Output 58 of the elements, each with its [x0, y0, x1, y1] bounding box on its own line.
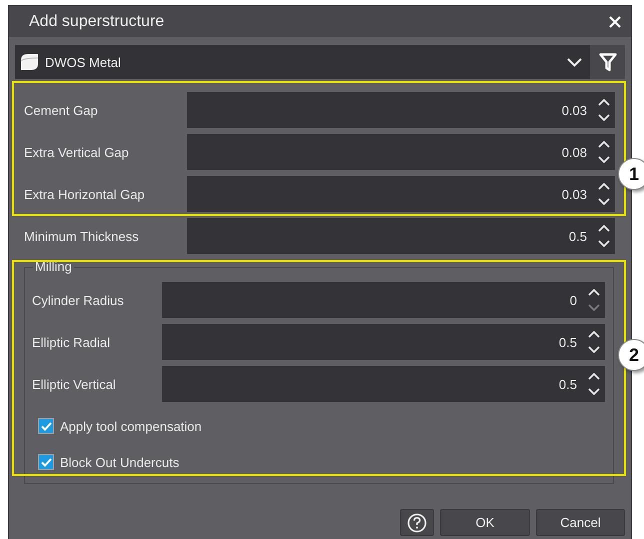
field-label: Elliptic Radial: [31, 334, 112, 350]
material-dropdown[interactable]: DWOS Metal: [15, 45, 590, 79]
window-title: Add superstructure: [29, 12, 164, 30]
field-label: Extra Vertical Gap: [23, 144, 130, 160]
chevron-up-icon: [598, 225, 610, 232]
field-value: 0.5: [558, 376, 577, 392]
field-label: Minimum Thickness: [23, 228, 140, 244]
checkbox[interactable]: [38, 418, 54, 434]
field-value: 0.5: [558, 334, 577, 350]
chevron-down-icon: [598, 240, 610, 247]
chevron-up-icon: [598, 141, 610, 148]
chevron-up-icon: [588, 289, 600, 296]
chevron-down-icon: [598, 114, 610, 121]
field-label: Cylinder Radius: [31, 292, 125, 308]
increment-button[interactable]: [597, 140, 611, 149]
chevron-down-icon: [598, 156, 610, 163]
increment-button[interactable]: [597, 224, 611, 233]
material-icon: [20, 53, 39, 71]
chevron-down-icon: [588, 346, 600, 353]
increment-button[interactable]: [587, 288, 601, 297]
chevron-up-icon: [598, 99, 610, 106]
field-value: 0.03: [562, 102, 587, 118]
filter-button[interactable]: [590, 45, 625, 79]
increment-button[interactable]: [587, 330, 601, 339]
number-field[interactable]: 0.03: [187, 92, 615, 128]
checkbox[interactable]: [38, 454, 54, 470]
field-value: 0.03: [562, 186, 587, 202]
field-value: 0.08: [562, 144, 587, 160]
help-icon: [407, 512, 427, 532]
number-field[interactable]: 0.03: [187, 176, 615, 212]
number-field[interactable]: 0.08: [187, 134, 615, 170]
checkbox-label: Block Out Undercuts: [60, 454, 180, 470]
cancel-button[interactable]: Cancel: [536, 509, 625, 536]
field-label: Extra Horizontal Gap: [23, 186, 146, 202]
checkbox-label: Apply tool compensation: [60, 418, 202, 434]
increment-button[interactable]: [587, 372, 601, 381]
chevron-up-icon: [588, 331, 600, 338]
number-field[interactable]: 0.5: [162, 324, 605, 360]
increment-button[interactable]: [597, 98, 611, 107]
dropdown-value: DWOS Metal: [45, 54, 122, 70]
chevron-up-icon: [588, 373, 600, 380]
field-label: Elliptic Vertical: [31, 376, 117, 392]
increment-button[interactable]: [597, 182, 611, 191]
close-icon[interactable]: [609, 16, 621, 28]
field-label: Cement Gap: [23, 102, 99, 118]
chevron-down-icon: [567, 58, 582, 66]
field-value: 0.5: [568, 228, 587, 244]
help-button[interactable]: [400, 509, 434, 536]
chevron-down-icon: [598, 198, 610, 205]
field-value: 0: [570, 292, 577, 308]
chevron-down-icon: [588, 388, 600, 395]
number-field[interactable]: 0.5: [162, 366, 605, 402]
chevron-up-icon: [598, 183, 610, 190]
ok-button[interactable]: OK: [440, 509, 530, 536]
chevron-down-icon: [588, 304, 600, 311]
filter-icon: [598, 52, 616, 72]
number-field[interactable]: 0.5: [187, 218, 615, 254]
number-field[interactable]: 0: [162, 282, 605, 318]
